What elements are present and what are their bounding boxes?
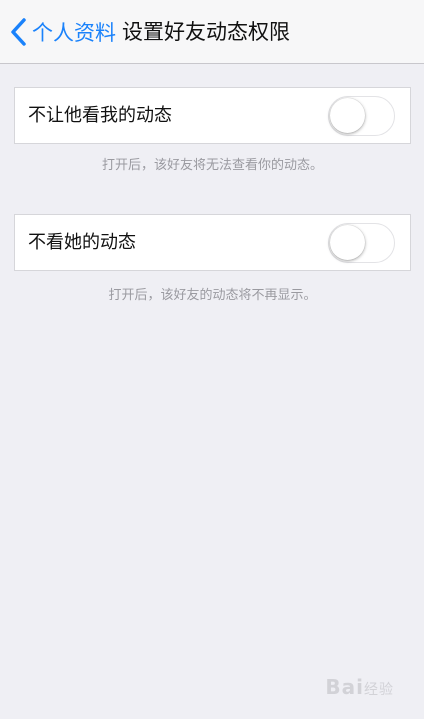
hide-their-moments-toggle[interactable] — [328, 223, 395, 263]
toggle-knob — [330, 98, 365, 133]
watermark: Bai经验 — [325, 675, 394, 699]
setting-label-hide-my-moments: 不让他看我的动态 — [28, 105, 172, 126]
toggle-knob — [330, 225, 365, 260]
watermark-text: Bai — [325, 675, 364, 699]
setting-cell-hide-their-moments: 不看她的动态 — [14, 214, 411, 271]
hide-my-moments-toggle[interactable] — [328, 96, 395, 136]
setting-footer-hide-my-moments: 打开后，该好友将无法查看你的动态。 — [101, 158, 323, 173]
setting-cell-hide-my-moments: 不让他看我的动态 — [14, 87, 411, 144]
setting-label-hide-their-moments: 不看她的动态 — [28, 232, 136, 253]
chevron-left-icon — [11, 18, 26, 46]
setting-footer-hide-their-moments: 打开后，该好友的动态将不再显示。 — [108, 288, 317, 303]
page-title: 设置好友动态权限 — [122, 20, 290, 44]
back-button-label: 个人资料 — [32, 21, 116, 45]
watermark-suffix: 经验 — [364, 682, 394, 698]
navigation-bar: 个人资料 设置好友动态权限 — [0, 0, 424, 64]
back-button[interactable]: 个人资料 — [8, 14, 116, 50]
